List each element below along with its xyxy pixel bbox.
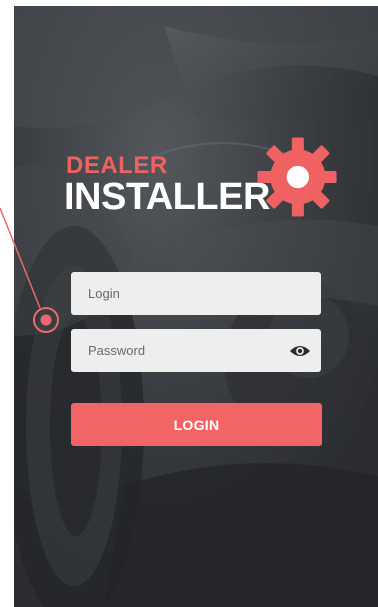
- password-input[interactable]: Password: [71, 329, 321, 372]
- login-input[interactable]: Login: [71, 272, 321, 315]
- logo-line-installer: INSTALLER: [64, 176, 270, 218]
- password-placeholder: Password: [88, 343, 146, 358]
- login-screen: DEALER INSTALLER Login Password LOGIN: [14, 6, 378, 607]
- app-logo: DEALER INSTALLER: [64, 137, 346, 232]
- login-placeholder: Login: [88, 286, 120, 301]
- screen: DEALER INSTALLER Login Password LOGIN: [0, 0, 378, 607]
- eye-icon[interactable]: [289, 342, 311, 360]
- login-button-label: LOGIN: [173, 416, 220, 433]
- login-button[interactable]: LOGIN: [71, 403, 322, 446]
- gear-icon: [257, 137, 337, 217]
